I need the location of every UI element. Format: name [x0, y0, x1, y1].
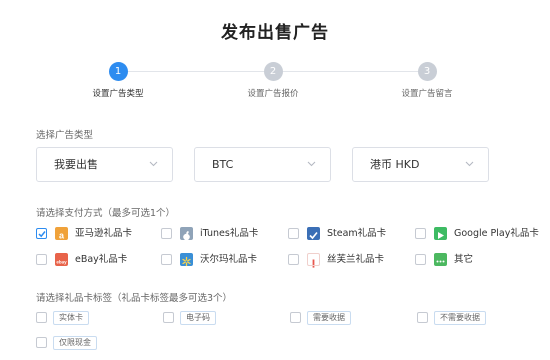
checkbox[interactable] — [415, 254, 426, 265]
tag-label: 电子码 — [180, 311, 216, 325]
trade-direction-select[interactable]: 我要出售 — [36, 147, 173, 182]
google-play-icon — [434, 227, 447, 240]
checkbox[interactable] — [288, 254, 299, 265]
amazon-icon: a — [55, 227, 68, 241]
checkbox[interactable] — [415, 228, 426, 239]
step-label: 设置广告类型 — [92, 89, 144, 99]
tag-label: 仅限现金 — [53, 336, 97, 350]
checkbox[interactable] — [36, 337, 47, 348]
checkbox[interactable] — [36, 312, 47, 323]
checkbox[interactable] — [290, 312, 301, 323]
payment-option-label: 丝芙兰礼品卡 — [327, 254, 385, 265]
payment-label: 请选择支付方式（最多可选1个） — [36, 208, 176, 219]
step-number: 3 — [417, 62, 437, 81]
step-2[interactable]: 2 设置广告报价 — [218, 62, 328, 99]
checkbox[interactable] — [163, 312, 174, 323]
sephora-icon — [307, 253, 320, 268]
walmart-icon — [180, 253, 193, 267]
select-value: 我要出售 — [54, 158, 98, 171]
ad-type-label: 选择广告类型 — [36, 130, 94, 141]
step-label: 设置广告报价 — [247, 89, 299, 99]
checkbox[interactable] — [36, 228, 47, 239]
currency-select[interactable]: BTC — [194, 147, 331, 182]
svg-text:a: a — [59, 231, 65, 241]
tag-label: 不需要收据 — [434, 311, 486, 325]
payment-option-label: Steam礼品卡 — [327, 228, 387, 239]
checkbox[interactable] — [161, 254, 172, 265]
apple-icon — [180, 227, 193, 241]
chevron-down-icon — [465, 161, 474, 167]
step-label: 设置广告留言 — [401, 89, 453, 99]
checkbox[interactable] — [161, 228, 172, 239]
tag-label: 需要收据 — [307, 311, 351, 325]
select-value: 港币 HKD — [370, 158, 420, 171]
step-3[interactable]: 3 设置广告留言 — [372, 62, 482, 99]
step-indicator: 1 设置广告类型 2 设置广告报价 3 设置广告留言 — [0, 62, 550, 106]
checkbox[interactable] — [417, 312, 428, 323]
chevron-down-icon — [149, 161, 158, 167]
payment-option-label: 其它 — [454, 254, 474, 265]
checkbox[interactable] — [288, 228, 299, 239]
fiat-select[interactable]: 港币 HKD — [352, 147, 489, 182]
payment-option-label: Google Play礼品卡 — [454, 228, 539, 239]
payment-option-label: 亚马逊礼品卡 — [75, 228, 133, 239]
payment-option-label: iTunes礼品卡 — [200, 228, 259, 239]
step-number: 1 — [108, 62, 128, 81]
ebay-icon: ebay — [55, 253, 68, 266]
payment-option-label: 沃尔玛礼品卡 — [200, 254, 258, 265]
svg-text:ebay: ebay — [56, 260, 67, 265]
step-1[interactable]: 1 设置广告类型 — [63, 62, 173, 99]
tags-label: 请选择礼品卡标签（礼品卡标签最多可选3个） — [36, 293, 233, 304]
more-icon — [434, 253, 447, 266]
payment-option-label: eBay礼品卡 — [75, 254, 128, 265]
select-value: BTC — [212, 158, 234, 171]
steam-icon — [307, 227, 320, 240]
checkbox[interactable] — [36, 254, 47, 265]
chevron-down-icon — [307, 161, 316, 167]
tag-label: 实体卡 — [53, 311, 89, 325]
step-number: 2 — [263, 62, 283, 81]
page-title: 发布出售广告 — [221, 23, 329, 43]
